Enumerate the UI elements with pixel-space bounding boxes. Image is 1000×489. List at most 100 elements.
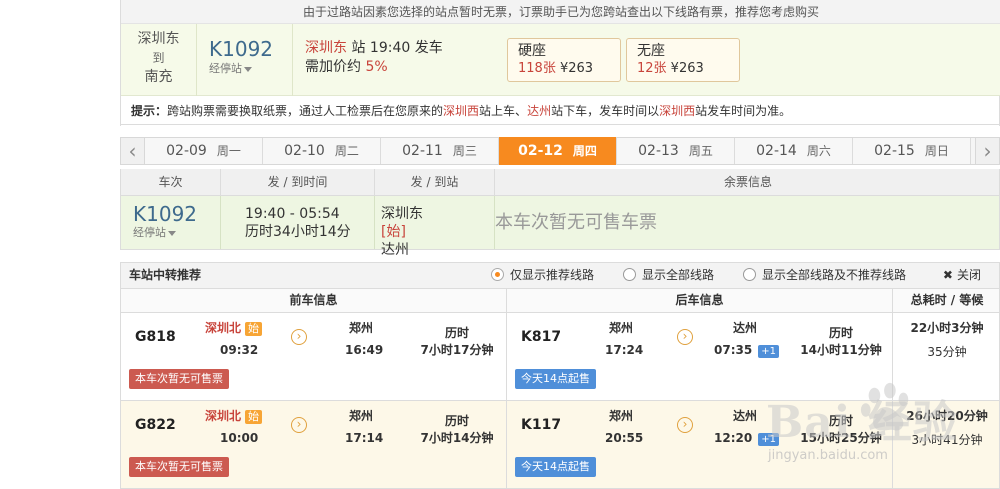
date-text: 02-11	[402, 143, 443, 159]
date-tab-3[interactable]: 02-12 周四	[499, 137, 617, 165]
radio-icon[interactable]	[623, 268, 636, 281]
back-arrive-time: 07:35 +1	[714, 343, 779, 358]
back-train-number[interactable]: K117	[521, 417, 561, 433]
front-train-number[interactable]: G818	[135, 329, 176, 345]
transfer-title: 车站中转推荐	[129, 268, 202, 282]
result-train-number[interactable]: K1092	[133, 202, 220, 226]
duration: 历时34小时14分	[245, 224, 351, 240]
date-tab-6[interactable]: 02-15 周日	[853, 138, 971, 164]
result-stations: 深圳东 [始] 达州	[375, 196, 495, 258]
tip-station: 深圳西	[443, 104, 480, 118]
seat-card-no-seat[interactable]: 无座 12张 ¥263	[626, 38, 740, 82]
back-depart-time: 20:55	[605, 431, 644, 445]
cross-station-panel: 由于过路站因素您选择的站点暂时无票，订票助手已为您跨站查出以下线路有票，推荐您考…	[120, 0, 1000, 126]
duration-value: 7小时17分钟	[420, 343, 494, 357]
next-dates-arrow-icon[interactable]: ›	[975, 138, 999, 164]
weekday-text: 周六	[806, 144, 831, 158]
radio-all[interactable]: 显示全部线路	[623, 263, 714, 288]
via-stations-toggle[interactable]: 经停站	[209, 62, 292, 76]
origin-badge: 始	[245, 322, 263, 336]
radio-label: 仅显示推荐线路	[510, 268, 595, 282]
chevron-down-icon	[168, 230, 176, 236]
total-time-head: 总耗时 / 等候	[910, 293, 984, 307]
result-train[interactable]: K1092 经停站	[121, 196, 221, 249]
date-text: 02-15	[874, 143, 915, 159]
col-train: 车次	[121, 169, 221, 195]
total-cell: 22小时3分钟 35分钟	[893, 313, 1000, 400]
to-station: 达州	[381, 242, 409, 258]
ticket-status: 本车次暂无可售车票	[495, 212, 657, 233]
tip-station: 达州	[527, 104, 552, 118]
back-from-station: 郑州	[609, 409, 634, 423]
seat-name: 无座	[637, 43, 665, 59]
duration-value: 7小时14分钟	[420, 431, 494, 445]
front-depart-time: 09:32	[220, 343, 259, 357]
date-tab-0[interactable]: 02-09 周一	[145, 138, 263, 164]
seat-card-hard-seat[interactable]: 硬座 118张 ¥263	[507, 38, 621, 82]
date-tab-4[interactable]: 02-13 周五	[617, 138, 735, 164]
radio-label: 显示全部线路	[642, 268, 715, 282]
back-train-head: 后车信息	[507, 289, 893, 312]
radio-selected-icon[interactable]	[491, 268, 504, 281]
duration-value: 14小时11分钟	[800, 343, 882, 357]
total-cell: 26小时20分钟 3小时41分钟	[893, 401, 1000, 488]
route-to: 南充	[144, 69, 173, 85]
route-stations: 深圳东 到 南充	[121, 24, 197, 96]
date-tab-1[interactable]: 02-10 周二	[263, 138, 381, 164]
close-icon[interactable]: ✖	[943, 268, 953, 282]
date-text: 02-14	[756, 143, 797, 159]
date-text: 02-10	[284, 143, 325, 159]
table-row: G822 深圳北始 10:00 › 郑州 17:14 历时 7小时14分钟 本车次暂无可售票 K1…	[120, 401, 1000, 489]
radio-label: 显示全部线路及不推荐线路	[762, 268, 907, 282]
no-ticket-button[interactable]: 本车次暂无可售票	[129, 369, 229, 389]
arrow-right-icon: ›	[677, 329, 693, 345]
prev-dates-arrow-icon[interactable]: ‹	[121, 138, 145, 164]
weekday-text: 周一	[216, 144, 241, 158]
wait-time: 35分钟	[927, 345, 967, 359]
front-train-number[interactable]: G822	[135, 417, 176, 433]
duration-value: 15小时25分钟	[800, 431, 882, 445]
date-tab-2[interactable]: 02-11 周三	[381, 138, 499, 164]
depart-station: 深圳东	[305, 40, 347, 56]
via-label: 经停站	[133, 226, 166, 239]
seat-name: 硬座	[518, 43, 546, 59]
close-transfer-button[interactable]: ✖ 关闭	[943, 263, 981, 288]
back-train-number[interactable]: K817	[521, 329, 561, 345]
route-train-number[interactable]: K1092	[209, 36, 292, 62]
station-name: 深圳北	[205, 409, 242, 423]
origin-badge: 始	[245, 410, 263, 424]
front-to-station: 郑州	[349, 321, 374, 335]
presale-button[interactable]: 今天14点起售	[515, 369, 596, 389]
station-suffix: 站	[347, 40, 370, 56]
radio-icon[interactable]	[743, 268, 756, 281]
cross-route-row: 深圳东 到 南充 K1092 经停站 深圳东 站 19:40 发车 需加价约 5…	[121, 24, 1000, 96]
via-stations-toggle[interactable]: 经停站	[133, 226, 220, 240]
back-to-station: 达州	[733, 321, 758, 335]
arrive-time: 07:35	[714, 343, 753, 357]
arrow-right-icon: ›	[677, 417, 693, 433]
front-to-station: 郑州	[349, 409, 374, 423]
table-row: G818 深圳北始 09:32 › 郑州 16:49 历时 7小时17分钟 本车次暂无可售票 K8…	[120, 313, 1000, 401]
col-time: 发 / 到时间	[221, 169, 375, 195]
total-duration: 22小时3分钟	[910, 321, 984, 335]
duration-label: 历时	[828, 414, 853, 428]
from-station: 深圳东	[381, 206, 423, 222]
col-station: 发 / 到站	[375, 169, 495, 195]
origin-tag: [始]	[381, 224, 406, 240]
duration-label: 历时	[828, 326, 853, 340]
radio-recommended[interactable]: 仅显示推荐线路	[491, 263, 594, 288]
back-train-cell: K117 郑州 20:55 › 达州 12:20 +1 历时 15小时25分钟 今天14点起售	[507, 401, 893, 488]
extra-label: 需加价约	[305, 59, 366, 75]
no-ticket-button[interactable]: 本车次暂无可售票	[129, 457, 229, 477]
time-range: 19:40 - 05:54	[245, 206, 340, 222]
weekday-text: 周三	[452, 144, 477, 158]
front-arrive-time: 17:14	[345, 431, 384, 445]
radio-all-unrecommended[interactable]: 显示全部线路及不推荐线路	[743, 263, 906, 288]
tip-text: 站发车时间为准。	[695, 104, 792, 118]
route-train[interactable]: K1092 经停站	[197, 24, 293, 96]
arrive-time: 12:20	[714, 431, 753, 445]
date-tab-5[interactable]: 02-14 周六	[735, 138, 853, 164]
presale-button[interactable]: 今天14点起售	[515, 457, 596, 477]
weekday-text: 周四	[572, 144, 597, 158]
close-label: 关闭	[956, 268, 981, 282]
